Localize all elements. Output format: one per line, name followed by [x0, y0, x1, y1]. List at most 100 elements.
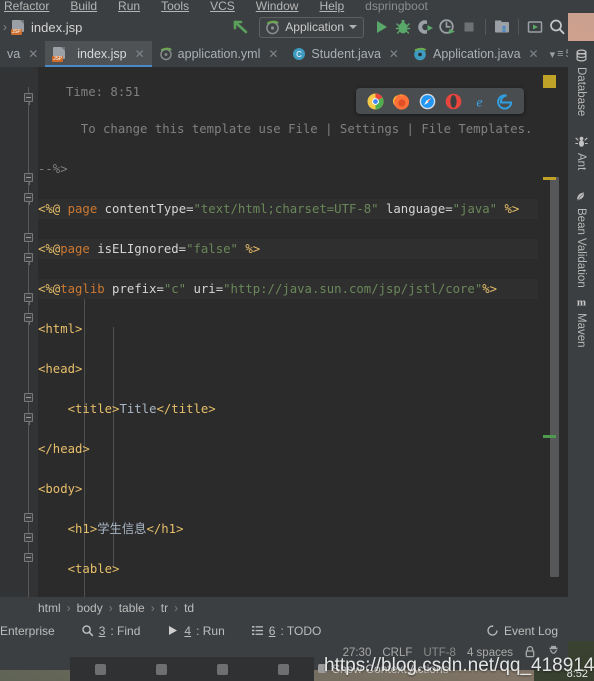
tool-window-ant[interactable]: Ant	[568, 131, 594, 170]
stop-button[interactable]	[458, 16, 480, 38]
spring-boot-icon	[266, 20, 280, 34]
close-icon[interactable]: ✕	[135, 47, 145, 61]
profiler-button[interactable]	[436, 16, 458, 38]
code-line: <%@page isELIgnored="false" %>	[38, 239, 538, 259]
taskbar-peek	[70, 657, 314, 681]
toolbar-separator	[485, 19, 486, 35]
watermark: https://blog.csdn.net/qq_41891425	[324, 655, 594, 676]
java-class-icon: C	[293, 48, 306, 60]
editor-tab-java-truncated[interactable]: va ✕	[0, 41, 45, 67]
project-structure-button[interactable]	[491, 16, 513, 38]
close-icon[interactable]: ✕	[28, 47, 38, 61]
database-icon	[575, 49, 588, 62]
code-line: </head>	[38, 442, 90, 456]
search-everywhere-button[interactable]	[546, 16, 568, 38]
fold-marker[interactable]	[24, 173, 33, 185]
editor-tab-label: index.jsp	[77, 47, 127, 61]
editor-tab-application-java[interactable]: Application.java ✕	[406, 41, 546, 67]
tool-window-label: : TODO	[280, 623, 322, 638]
code-text[interactable]: Time: 8:51 To change this template use F…	[38, 67, 538, 597]
menu-item-window[interactable]: Window	[256, 0, 299, 13]
safari-icon[interactable]	[419, 93, 436, 110]
fold-marker[interactable]	[24, 313, 33, 325]
tool-window-database[interactable]: Database	[568, 45, 594, 116]
close-icon[interactable]: ✕	[268, 47, 278, 61]
debug-bug-icon	[395, 20, 411, 34]
event-log-button[interactable]: Event Log	[486, 624, 558, 638]
spring-yaml-icon	[159, 47, 172, 61]
tab-overflow-button[interactable]: ▾ ≡ 5	[546, 41, 568, 67]
menu-item-tools[interactable]: Tools	[161, 0, 189, 13]
close-icon[interactable]: ✕	[529, 47, 539, 61]
tool-window-todo[interactable]: 6 : TODO	[251, 623, 322, 638]
menu-item-vcs[interactable]: VCS	[210, 0, 235, 13]
fold-marker[interactable]	[24, 393, 33, 402]
code-line: <%@taglib prefix="c" uri="http://java.su…	[38, 279, 538, 299]
jsp-badge-label: JSP	[11, 28, 22, 35]
tab-list-icon: ≡	[557, 48, 564, 60]
change-marker[interactable]	[543, 435, 556, 438]
run-button[interactable]	[370, 16, 392, 38]
editor-marker-bar[interactable]	[538, 67, 568, 597]
breadcrumb: html › body › table › tr › td	[0, 597, 568, 619]
tool-window-label: Enterprise	[0, 623, 55, 638]
run-configuration-selector[interactable]: Application	[259, 16, 364, 38]
tool-window-label: Database	[575, 67, 587, 117]
chrome-icon[interactable]	[367, 93, 384, 110]
back-arrow-icon[interactable]	[229, 16, 251, 38]
fold-marker[interactable]	[24, 253, 33, 265]
run-configuration-label: Application	[285, 20, 344, 34]
run-with-coverage-button[interactable]	[414, 16, 436, 38]
updates-button[interactable]	[524, 16, 546, 38]
warning-marker[interactable]	[543, 177, 556, 180]
tool-window-bean-validation[interactable]: Bean Validation	[568, 186, 594, 288]
code-line: <title>Title</title>	[67, 402, 216, 416]
editor-tab-student-java[interactable]: C Student.java ✕	[285, 41, 406, 67]
nav-current-file[interactable]: index.jsp	[31, 20, 82, 35]
tool-window-enterprise[interactable]: Enterprise	[0, 624, 55, 638]
bean-validation-icon	[575, 190, 588, 203]
tool-window-maven[interactable]: m Maven	[568, 291, 594, 347]
tool-window-label: Bean Validation	[575, 208, 587, 288]
fold-marker[interactable]	[24, 513, 33, 522]
navigation-toolbar: › JSP index.jsp Application	[0, 13, 568, 41]
menu-item-build[interactable]: Build	[70, 0, 97, 13]
menu-item-run[interactable]: Run	[118, 0, 140, 13]
jsp-file-icon: JSP	[11, 19, 26, 35]
debug-button[interactable]	[392, 16, 414, 38]
fold-marker[interactable]	[24, 553, 33, 562]
fold-marker[interactable]	[24, 533, 33, 542]
breadcrumb-item-table[interactable]: table	[119, 601, 145, 615]
tool-window-run[interactable]: 4 : Run	[166, 623, 225, 638]
fold-marker[interactable]	[24, 293, 33, 305]
editor-tab-index-jsp[interactable]: JSP index.jsp ✕	[45, 41, 153, 67]
fold-marker[interactable]	[24, 93, 33, 105]
menu-item-refactor[interactable]: Refactor	[4, 0, 49, 13]
breadcrumb-item-html[interactable]: html	[38, 601, 61, 615]
editor-tab-application-yml[interactable]: application.yml ✕	[152, 41, 286, 67]
editor-scrollbar-thumb[interactable]	[550, 177, 559, 577]
breadcrumb-separator: ›	[174, 601, 179, 615]
fold-marker[interactable]	[24, 413, 33, 425]
open-in-browser-popup[interactable]: e	[356, 88, 524, 114]
fold-marker[interactable]	[24, 193, 33, 205]
code-line: <head>	[38, 362, 83, 376]
tool-window-find[interactable]: 3 : Find	[81, 624, 140, 638]
breadcrumb-item-td[interactable]: td	[184, 601, 194, 615]
fold-marker[interactable]	[24, 233, 33, 242]
firefox-icon[interactable]	[392, 93, 410, 110]
code-editor[interactable]: Time: 8:51 To change this template use F…	[0, 67, 568, 597]
tool-window-label: : Run	[196, 623, 225, 638]
menu-item-help[interactable]: Help	[319, 0, 344, 13]
breadcrumb-separator: ›	[66, 601, 71, 615]
ide-window: Refactor Build Run Tools VCS Window Help…	[0, 0, 594, 670]
close-icon[interactable]: ✕	[389, 47, 399, 61]
opera-icon[interactable]	[445, 93, 462, 110]
warning-marker[interactable]	[543, 75, 556, 88]
event-log-icon	[487, 625, 498, 636]
edge-icon[interactable]	[496, 93, 514, 110]
right-tool-window-strip: Database Ant Bean Validation m Maven	[568, 41, 594, 641]
internet-explorer-icon[interactable]: e	[471, 93, 488, 110]
breadcrumb-item-tr[interactable]: tr	[161, 601, 168, 615]
breadcrumb-item-body[interactable]: body	[77, 601, 103, 615]
